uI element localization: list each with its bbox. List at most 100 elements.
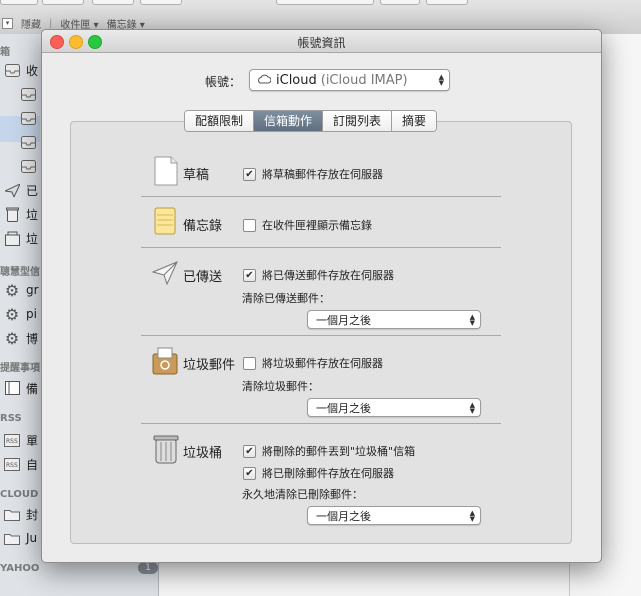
- erase-junk-label: 清除垃圾郵件：: [242, 380, 319, 393]
- checkmark-icon: ✔: [243, 444, 256, 458]
- gear-icon: ⚙: [4, 328, 20, 348]
- folder-icon: [4, 506, 20, 522]
- toolbar-button[interactable]: [0, 0, 38, 5]
- divider: [141, 335, 501, 336]
- favorite-hide[interactable]: 隱藏: [21, 16, 41, 31]
- unread-badge: 1: [138, 562, 158, 574]
- account-label: 帳號：: [205, 75, 242, 89]
- sidebar-header-yahoo: YAHOO: [0, 562, 40, 574]
- sent-label: 已傳送: [183, 270, 223, 285]
- checkbox-box: [243, 218, 256, 232]
- erase-sent-popup[interactable]: 一個月之後 ▲ ▼: [307, 310, 481, 329]
- rss-icon: RSS: [4, 432, 20, 448]
- sidebar-item-notes[interactable]: 備: [4, 378, 38, 398]
- sidebar-item-sent[interactable]: 已: [4, 180, 38, 200]
- popup-arrows-icon: ▲ ▼: [469, 400, 475, 415]
- divider: [141, 247, 501, 248]
- popup-arrows-icon: ▲ ▼: [469, 312, 475, 327]
- move-deleted-checkbox[interactable]: ✔ 將刪除的郵件丟到"垃圾桶"信箱: [243, 443, 415, 459]
- sidebar-item-trash[interactable]: 垃: [4, 204, 38, 224]
- checkmark-icon: ✔: [243, 268, 256, 282]
- sidebar-item-rss-1[interactable]: RSS 單: [4, 430, 38, 450]
- paper-plane-icon: [4, 182, 20, 198]
- junk-icon: [4, 230, 20, 246]
- notes-label: 備忘錄: [183, 219, 223, 234]
- store-sent-checkbox[interactable]: ✔ 將已傳送郵件存放在伺服器: [243, 267, 394, 283]
- trash-label: 垃圾桶: [183, 446, 223, 461]
- sidebar-item-folder-2[interactable]: Ju: [4, 528, 37, 548]
- drafts-label: 草稿: [183, 168, 210, 183]
- sidebar-item-junk[interactable]: 垃: [4, 228, 38, 248]
- trash-can-icon: [153, 434, 179, 464]
- inbox-icon: [4, 62, 20, 78]
- erase-deleted-label: 永久地清除已刪除郵件：: [242, 488, 363, 501]
- toolbar-button[interactable]: [140, 0, 182, 5]
- tab-subscriptions[interactable]: 訂閱列表: [323, 111, 393, 131]
- gear-icon: ⚙: [4, 304, 20, 324]
- toolbar-button[interactable]: [92, 0, 134, 5]
- inbox-icon: [20, 86, 36, 102]
- toolbar-button[interactable]: [276, 0, 374, 5]
- sidebar-header-mailboxes: 箱: [0, 46, 10, 58]
- svg-text:RSS: RSS: [6, 462, 18, 469]
- rss-icon: RSS: [4, 456, 20, 472]
- cloud-icon: [257, 73, 272, 88]
- inbox-icon: [20, 134, 36, 150]
- paper-plane-icon: [151, 258, 178, 288]
- svg-text:RSS: RSS: [6, 438, 18, 445]
- tab-mailbox-behaviors[interactable]: 信箱動作: [254, 111, 324, 131]
- show-notes-checkbox[interactable]: 在收件匣裡顯示備忘錄: [243, 217, 372, 233]
- store-drafts-checkbox[interactable]: ✔ 將草稿郵件存放在伺服器: [243, 166, 383, 182]
- divider: [141, 423, 501, 424]
- store-deleted-checkbox[interactable]: ✔ 將已刪除郵件存放在伺服器: [243, 465, 394, 481]
- sidebar-header-icloud: CLOUD: [0, 488, 39, 500]
- dialog-title: 帳號資訊: [297, 36, 346, 50]
- sidebar-header-reminders: 提醒事項: [0, 362, 40, 374]
- inbox-icon: [20, 110, 36, 126]
- sidebar-item-rss-2[interactable]: RSS 自: [4, 454, 38, 474]
- erase-deleted-popup[interactable]: 一個月之後 ▲ ▼: [307, 506, 481, 525]
- chevron-down-icon[interactable]: ▾: [2, 17, 13, 29]
- sidebar-item-inbox-sub[interactable]: [20, 132, 42, 152]
- account-name: iCloud: [276, 72, 317, 88]
- sidebar-item-smart-bo[interactable]: ⚙ 博: [4, 328, 38, 348]
- divider: [141, 196, 501, 197]
- checkmark-icon: ✔: [243, 466, 256, 480]
- account-info-dialog: 帳號資訊 帳號： iCloud (iCloud IMAP) ▲ ▼ 配額限制 信箱…: [41, 29, 602, 563]
- sidebar-item-inbox-sub[interactable]: [20, 84, 42, 104]
- tab-summary[interactable]: 摘要: [392, 111, 437, 131]
- folder-icon: [4, 530, 20, 546]
- sidebar-header-rss: RSS: [0, 412, 22, 424]
- sidebar-item-folder-1[interactable]: 封: [4, 504, 38, 524]
- popup-arrows-icon: ▲ ▼: [469, 508, 475, 523]
- dialog-titlebar: 帳號資訊: [42, 30, 601, 53]
- junk-mail-icon: [151, 346, 178, 376]
- toolbar-button[interactable]: [42, 0, 84, 5]
- toolbar-button[interactable]: [426, 0, 468, 5]
- mailbox-behaviors-panel: 草稿 ✔ 將草稿郵件存放在伺服器 備忘錄 在收件匣裡顯示備忘錄 已傳送 ✔ 將已…: [70, 121, 572, 544]
- tab-bar: 配額限制 信箱動作 訂閱列表 摘要: [184, 110, 438, 132]
- erase-junk-popup[interactable]: 一個月之後 ▲ ▼: [307, 398, 481, 417]
- popup-arrows-icon: ▲ ▼: [438, 73, 444, 87]
- document-icon: [153, 156, 179, 186]
- trash-icon: [4, 206, 20, 222]
- notepad-icon: [153, 206, 179, 236]
- sidebar-item-inbox-sub[interactable]: [20, 156, 42, 176]
- checkbox-box: [243, 356, 256, 370]
- sidebar-item-inbox-sub[interactable]: [20, 108, 42, 128]
- junk-label: 垃圾郵件: [183, 358, 236, 373]
- sidebar-item-smart-gr[interactable]: ⚙ gr: [4, 280, 39, 300]
- sidebar-header-smart-mailboxes: 聰慧型信: [0, 266, 40, 278]
- tab-quota[interactable]: 配額限制: [185, 111, 255, 131]
- account-type: (iCloud IMAP): [320, 72, 408, 88]
- store-junk-checkbox[interactable]: 將垃圾郵件存放在伺服器: [243, 355, 383, 371]
- account-popup[interactable]: iCloud (iCloud IMAP) ▲ ▼: [249, 69, 450, 91]
- checkmark-icon: ✔: [243, 167, 256, 181]
- notes-icon: [4, 380, 20, 396]
- sidebar-item-smart-pi[interactable]: ⚙ pi: [4, 304, 37, 324]
- inbox-icon: [20, 158, 36, 174]
- toolbar-button[interactable]: [380, 0, 420, 5]
- erase-sent-label: 清除已傳送郵件：: [242, 292, 330, 305]
- gear-icon: ⚙: [4, 280, 20, 300]
- sidebar-item-inbox[interactable]: 收: [4, 60, 38, 80]
